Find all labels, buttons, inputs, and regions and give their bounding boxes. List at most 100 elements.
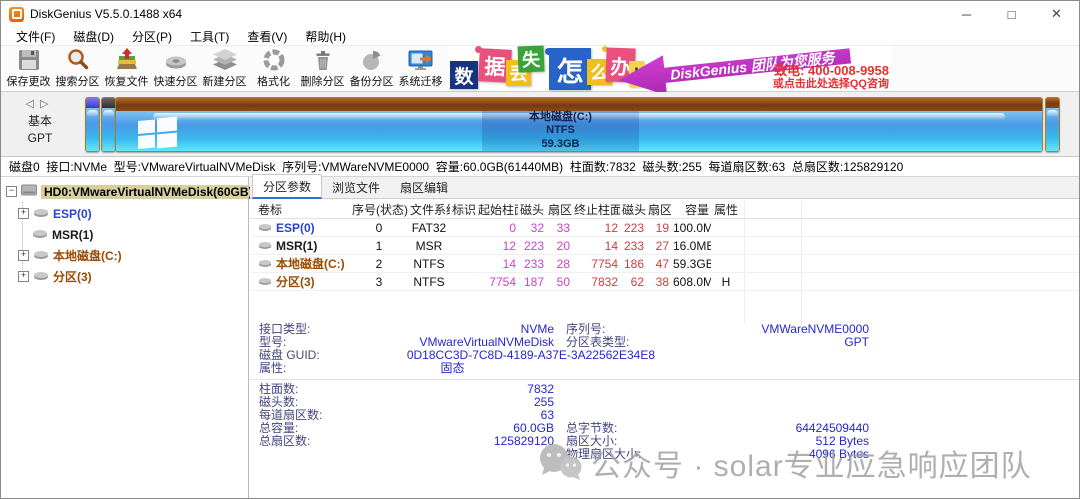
- tab-sector-edit[interactable]: 扇区编辑: [390, 176, 458, 198]
- disk-icon: [258, 257, 272, 271]
- disk-icon: [32, 228, 48, 242]
- tree-panel: HD0:VMwareVirtualNVMeDisk(60GB) ESP(0) M…: [1, 177, 249, 498]
- header-attr: 属性: [711, 201, 741, 218]
- toolbar-button-label: 搜索分区: [56, 73, 100, 89]
- cell-capacity: 608.0MB: [671, 275, 711, 289]
- cell-end-cyl: 7754: [572, 257, 620, 271]
- collapse-icon[interactable]: [6, 186, 17, 197]
- cell-end-head: 233: [620, 239, 646, 253]
- detail-label: 属性:: [259, 362, 351, 375]
- toolbar-button-delete-partition[interactable]: 删除分区: [298, 47, 347, 91]
- table-row-local-disk-c[interactable]: 本地磁盘(C:) 2 NTFS 14 233 28 7754 186 47 59…: [250, 255, 1079, 273]
- cell-start-head: 233: [518, 257, 546, 271]
- delete-partition-icon: [310, 48, 336, 72]
- cell-start-cyl: 12: [476, 239, 518, 253]
- tree-item-local-disk-c[interactable]: 本地磁盘(C:): [1, 246, 248, 265]
- detail-row-cylinders: 柱面数: 7832: [250, 383, 1079, 396]
- expand-icon[interactable]: [18, 271, 29, 282]
- ad-banner[interactable]: 数 据 丢 失 怎 么 办 ! DiskGenius 团队为您服务 致电: 40…: [448, 46, 891, 91]
- partition-bar-c-size: 59.3GB: [542, 138, 580, 152]
- toolbar-button-format[interactable]: 格式化: [249, 47, 298, 91]
- watermark-text: 公众号 · solar专业应急响应团队: [591, 441, 1032, 485]
- toolbar-button-save-changes[interactable]: 保存更改: [4, 47, 53, 91]
- recover-files-icon: [114, 48, 140, 72]
- table-row-msr[interactable]: MSR(1) 1 MSR 12 223 20 14 233 27 16.0MB: [250, 237, 1079, 255]
- tree-item-esp[interactable]: ESP(0): [1, 204, 248, 223]
- menu-item-view[interactable]: 查看(V): [238, 28, 296, 45]
- disk-nav: ◁▷ 基本 GPT: [1, 92, 79, 156]
- titlebar: DiskGenius V5.5.0.1488 x64 ─ □ ✕: [1, 1, 1079, 27]
- detail-value-attr: 固态: [351, 362, 554, 375]
- tree-item-partition-3[interactable]: 分区(3): [1, 267, 248, 286]
- menu-item-disk[interactable]: 磁盘(D): [64, 28, 123, 45]
- cell-seq: 0: [350, 221, 408, 235]
- cell-seq: 2: [350, 257, 408, 271]
- table-row-partition-3[interactable]: 分区(3) 3 NTFS 7754 187 50 7832 62 38 608.…: [250, 273, 1079, 291]
- toolbar-button-backup-partition[interactable]: 备份分区: [347, 47, 396, 91]
- tab-bar: 分区参数 浏览文件 扇区编辑: [250, 177, 1079, 199]
- cell-seq: 3: [350, 275, 408, 289]
- tree-item-msr[interactable]: MSR(1): [1, 225, 248, 244]
- table-row-esp[interactable]: ESP(0) 0 FAT32 0 32 33 12 223 19 100.0MB: [250, 219, 1079, 237]
- cell-volume: ESP(0): [276, 221, 315, 235]
- tree-item-label: 分区(3): [53, 268, 92, 285]
- menubar: 文件(F) 磁盘(D) 分区(P) 工具(T) 查看(V) 帮助(H): [1, 27, 1079, 45]
- tab-browse-files[interactable]: 浏览文件: [322, 176, 390, 198]
- header-start-cyl: 起始柱面: [476, 201, 518, 218]
- cell-start-head: 223: [518, 239, 546, 253]
- partition-bar-c-fs: NTFS: [546, 124, 575, 138]
- disk-icon: [33, 207, 49, 221]
- menu-item-partition[interactable]: 分区(P): [123, 28, 181, 45]
- detail-value-heads: 255: [351, 396, 554, 409]
- next-disk-button[interactable]: ▷: [40, 98, 54, 110]
- toolbar-button-label: 删除分区: [301, 73, 345, 89]
- detail-value-cylinders: 7832: [351, 383, 554, 396]
- cell-start-sec: 28: [546, 257, 572, 271]
- toolbar-button-quick-partition[interactable]: 快速分区: [151, 47, 200, 91]
- menu-item-help[interactable]: 帮助(H): [296, 28, 355, 45]
- detail-row-attr: 属性: 固态: [250, 362, 1079, 375]
- partition-bar-esp[interactable]: [85, 97, 100, 152]
- header-filesystem: 文件系统: [408, 201, 450, 218]
- detail-row-spt: 每道扇区数: 63: [250, 409, 1079, 422]
- wechat-icon: [537, 443, 583, 484]
- toolbar-button-label: 恢复文件: [105, 73, 149, 89]
- details-divider: [250, 379, 1079, 380]
- maximize-button[interactable]: □: [989, 1, 1034, 27]
- prev-disk-button[interactable]: ◁: [26, 98, 40, 110]
- tree-root-item[interactable]: HD0:VMwareVirtualNVMeDisk(60GB): [1, 182, 248, 201]
- tab-partition-params[interactable]: 分区参数: [252, 174, 322, 199]
- toolbar-button-system-migration[interactable]: 系统迁移: [396, 47, 445, 91]
- cell-capacity: 100.0MB: [671, 221, 711, 235]
- expand-icon[interactable]: [18, 208, 29, 219]
- cell-volume: 本地磁盘(C:): [276, 255, 345, 272]
- menu-item-tools[interactable]: 工具(T): [181, 28, 238, 45]
- partition-bar-3[interactable]: [1045, 97, 1060, 152]
- disk-icon: [258, 239, 272, 253]
- minimize-button[interactable]: ─: [944, 1, 989, 27]
- partition-bar-c-name: 本地磁盘(C:): [529, 111, 592, 125]
- cell-start-sec: 33: [546, 221, 572, 235]
- tree-item-label: 本地磁盘(C:): [53, 247, 122, 264]
- ad-qq-link[interactable]: 或点击此处选择QQ咨询: [773, 75, 889, 91]
- partition-bar-msr[interactable]: [101, 97, 116, 152]
- disk-icon: [33, 249, 49, 263]
- selected-partition-overlay: 本地磁盘(C:) NTFS 59.3GB: [482, 111, 639, 151]
- quick-partition-icon: [163, 48, 189, 72]
- expand-icon[interactable]: [18, 250, 29, 261]
- cell-attr: H: [711, 275, 741, 289]
- partition-table-type-label: GPT: [1, 131, 79, 145]
- header-end-cyl: 终止柱面: [572, 201, 620, 218]
- menu-item-file[interactable]: 文件(F): [7, 28, 64, 45]
- watermark: 公众号 · solar专业应急响应团队: [537, 441, 1032, 485]
- partition-bar-c[interactable]: 本地磁盘(C:) NTFS 59.3GB: [115, 97, 1043, 152]
- toolbar-button-recover-files[interactable]: 恢复文件: [102, 47, 151, 91]
- toolbar-button-label: 新建分区: [203, 73, 247, 89]
- toolbar-button-search-partition[interactable]: 搜索分区: [53, 47, 102, 91]
- close-button[interactable]: ✕: [1034, 1, 1079, 27]
- header-end-head: 磁头: [620, 201, 646, 218]
- cell-end-sec: 47: [646, 257, 671, 271]
- toolbar-button-new-partition[interactable]: 新建分区: [200, 47, 249, 91]
- cell-volume: 分区(3): [276, 273, 315, 290]
- cell-end-head: 223: [620, 221, 646, 235]
